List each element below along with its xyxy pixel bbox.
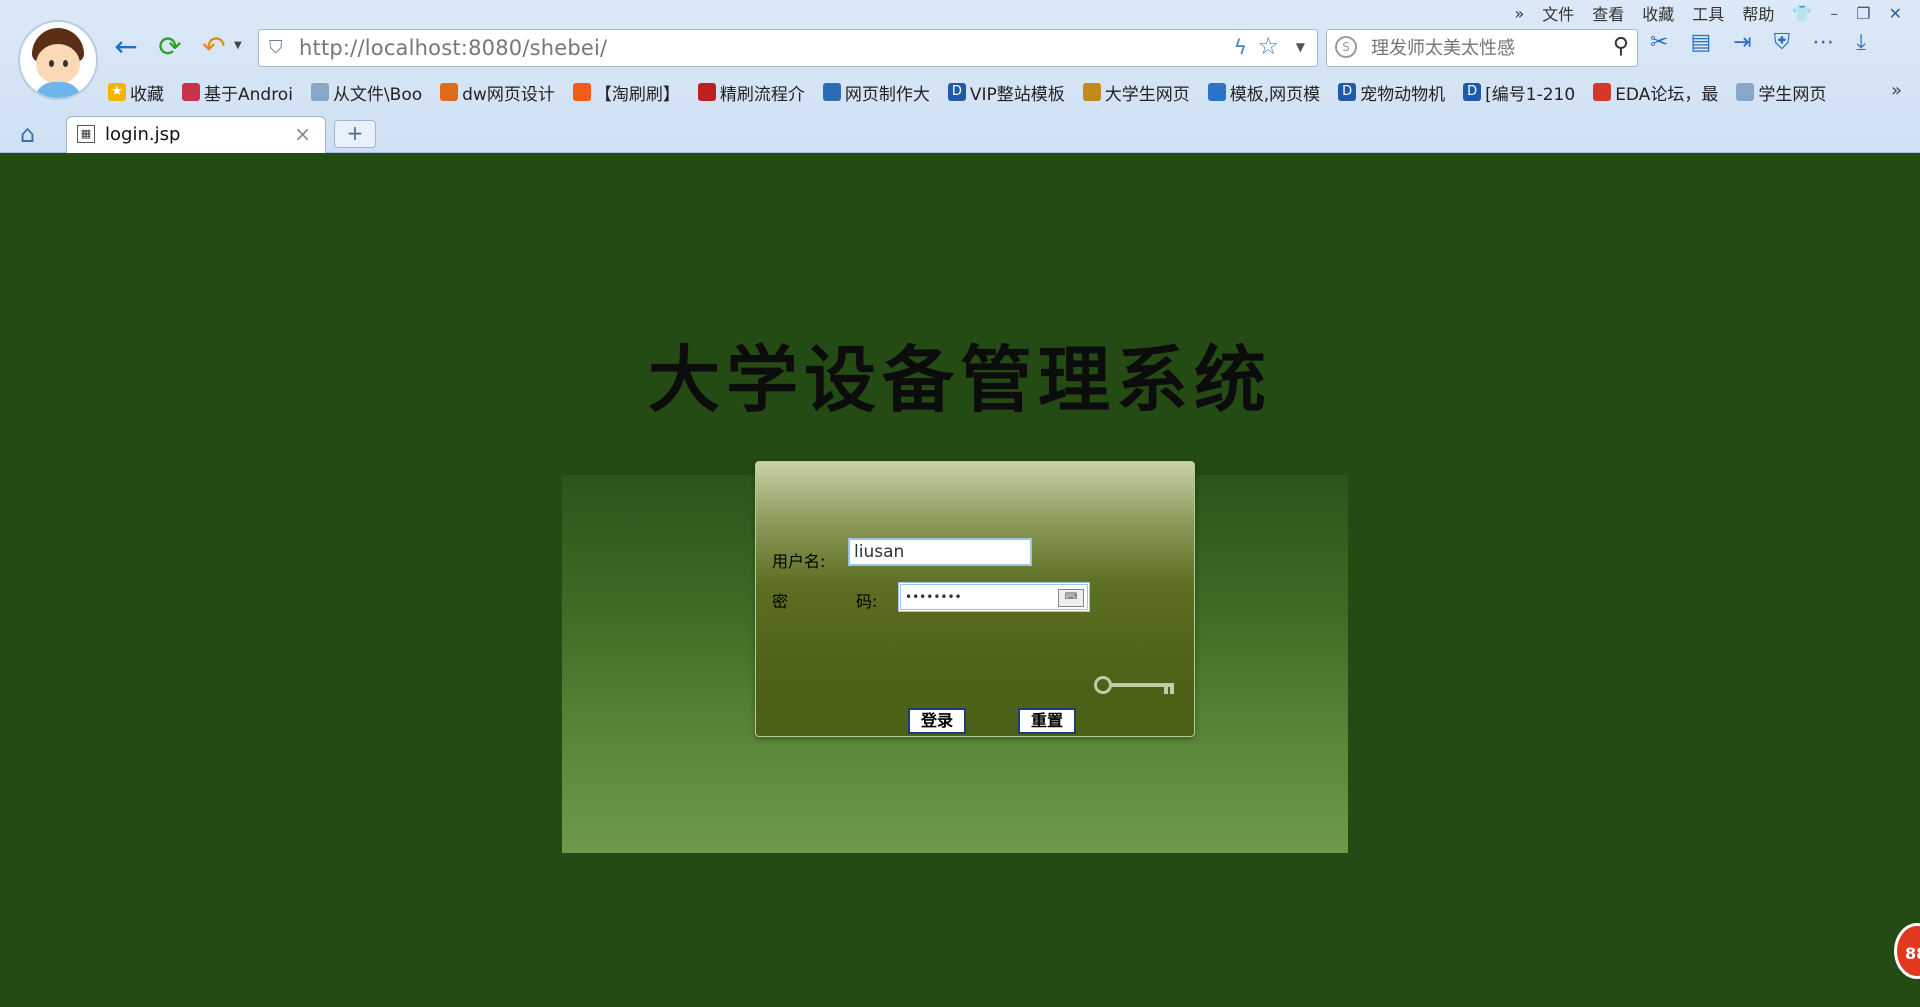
download-icon[interactable]: ⤓	[1856, 30, 1866, 55]
login-button[interactable]: 登录	[908, 708, 966, 734]
search-box[interactable]: S ⚲	[1326, 29, 1638, 67]
menu-help[interactable]: 帮助	[1742, 1, 1774, 25]
d-icon: D	[947, 83, 966, 101]
shield-icon: ⛉	[269, 37, 283, 58]
close-icon[interactable]: ✕	[1889, 4, 1902, 23]
bookmark-item[interactable]: 网页制作大	[822, 80, 930, 105]
minimize-icon[interactable]: –	[1830, 4, 1838, 23]
new-tab-button[interactable]: +	[334, 120, 376, 148]
menu-file[interactable]: 文件	[1542, 1, 1574, 25]
bookmark-item[interactable]: 基于Androi	[182, 80, 293, 105]
password-label-right: 码:	[856, 592, 878, 611]
url-host: http://localhost:8080	[299, 36, 523, 60]
search-engine-icon[interactable]: S	[1335, 36, 1357, 58]
bookmark-item[interactable]: D 宠物动物机	[1338, 80, 1445, 105]
shop-icon	[572, 83, 591, 101]
site-icon	[440, 83, 459, 101]
page-title: 大学设备管理系统	[647, 337, 1272, 422]
site-icon	[1082, 83, 1101, 101]
tab-title: login.jsp	[105, 124, 181, 145]
bookmarks-more-icon[interactable]: »	[1891, 80, 1902, 101]
keyboard-icon[interactable]: ⌨	[1058, 589, 1084, 607]
bookmark-item[interactable]: 从文件\Boo	[310, 80, 422, 105]
toolbar-icons: ✂ ▤ ⇥ ⛨ ⋯ ⤓	[1650, 30, 1866, 55]
lightning-icon[interactable]: ϟ	[1234, 35, 1247, 59]
site-icon	[1593, 83, 1612, 101]
bookmark-item[interactable]: 【淘刷刷】	[572, 80, 680, 105]
avatar-eye	[49, 60, 54, 67]
menu-more[interactable]: »	[1514, 4, 1524, 23]
key-tooth	[1170, 686, 1174, 694]
login-form: 用户名: 密 码: ⌨ 登录 重置	[755, 461, 1195, 737]
bookmark-item[interactable]: EDA论坛，最	[1593, 80, 1718, 105]
search-icon[interactable]: ⚲	[1613, 34, 1629, 59]
menu-view[interactable]: 查看	[1592, 1, 1624, 25]
refresh-icon[interactable]: ⟳	[152, 28, 188, 64]
back-arrow-icon[interactable]: ←	[108, 28, 144, 64]
security-shield-icon[interactable]: ⛨	[1774, 30, 1791, 55]
tab-close-icon[interactable]: ×	[294, 122, 311, 146]
bookmark-item[interactable]: dw网页设计	[440, 80, 555, 105]
site-icon	[1207, 83, 1226, 101]
bookmark-item[interactable]: D VIP整站模板	[947, 80, 1065, 105]
site-icon	[697, 83, 716, 101]
scissors-icon[interactable]: ✂	[1650, 30, 1668, 55]
url-path: /shebei/	[522, 36, 608, 60]
more-dots-icon[interactable]: ⋯	[1812, 30, 1834, 55]
page-icon	[182, 83, 200, 101]
extension-icon[interactable]: ⇥	[1733, 30, 1751, 55]
menu-bar: » 文件 查看 收藏 工具 帮助 👕 – ❐ ✕	[1514, 1, 1902, 25]
reset-button[interactable]: 重置	[1018, 708, 1076, 734]
key-tooth	[1164, 686, 1168, 694]
tab-login[interactable]: ▦ login.jsp ×	[66, 116, 326, 153]
avatar-shirt	[34, 82, 82, 98]
d-icon: D	[1463, 83, 1482, 101]
bookmark-item[interactable]: 模板,网页模	[1207, 80, 1320, 105]
undo-dropdown-icon[interactable]: ▼	[234, 40, 242, 51]
chevron-down-icon[interactable]: ▼	[1296, 40, 1305, 54]
avatar-eye	[63, 60, 68, 67]
username-input[interactable]	[848, 538, 1032, 566]
skin-icon[interactable]: 👕	[1792, 4, 1812, 23]
d-icon: D	[1338, 83, 1357, 101]
password-label-left: 密	[772, 592, 789, 611]
page-favicon-icon: ▦	[77, 125, 95, 143]
folder-icon	[310, 83, 329, 101]
bookmarks-bar: ★ 收藏 基于Androi 从文件\Boo dw网页设计 【淘刷刷】 精刷流程介 …	[108, 78, 1826, 106]
star-icon[interactable]: ☆	[1257, 32, 1279, 60]
tab-strip: ⌂ ▦ login.jsp × +	[0, 114, 1920, 153]
menu-favorites[interactable]: 收藏	[1642, 1, 1674, 25]
username-label: 用户名:	[772, 552, 826, 571]
url-text[interactable]: http://localhost:8080/shebei/	[299, 36, 607, 60]
search-input[interactable]	[1369, 34, 1593, 62]
restore-icon[interactable]: ❐	[1856, 4, 1870, 23]
menu-tools[interactable]: 工具	[1692, 1, 1724, 25]
bookmark-item[interactable]: D [编号1-210	[1463, 80, 1575, 105]
bookmark-item[interactable]: 学生网页	[1736, 80, 1826, 105]
address-bar[interactable]: ⛉ http://localhost:8080/shebei/ ϟ ☆ ▼	[258, 29, 1318, 67]
undo-icon[interactable]: ↶	[196, 28, 232, 64]
page-icon	[1736, 83, 1755, 101]
user-avatar[interactable]	[18, 20, 98, 100]
bookmark-item[interactable]: 精刷流程介	[697, 80, 805, 105]
star-icon: ★	[108, 83, 126, 101]
page-content: 大学设备管理系统 用户名: 密 码: ⌨ 登录 重置	[0, 153, 1920, 1007]
reader-icon[interactable]: ▤	[1690, 30, 1711, 55]
globe-icon	[822, 83, 841, 101]
bookmark-item[interactable]: ★ 收藏	[108, 80, 164, 105]
avatar-face	[36, 44, 80, 84]
bookmark-item[interactable]: 大学生网页	[1082, 80, 1190, 105]
home-icon[interactable]: ⌂	[20, 120, 35, 148]
key-icon	[1094, 676, 1180, 698]
browser-chrome: » 文件 查看 收藏 工具 帮助 👕 – ❐ ✕ ← ⟳ ↶ ▼ ⛉ http:…	[0, 0, 1920, 153]
